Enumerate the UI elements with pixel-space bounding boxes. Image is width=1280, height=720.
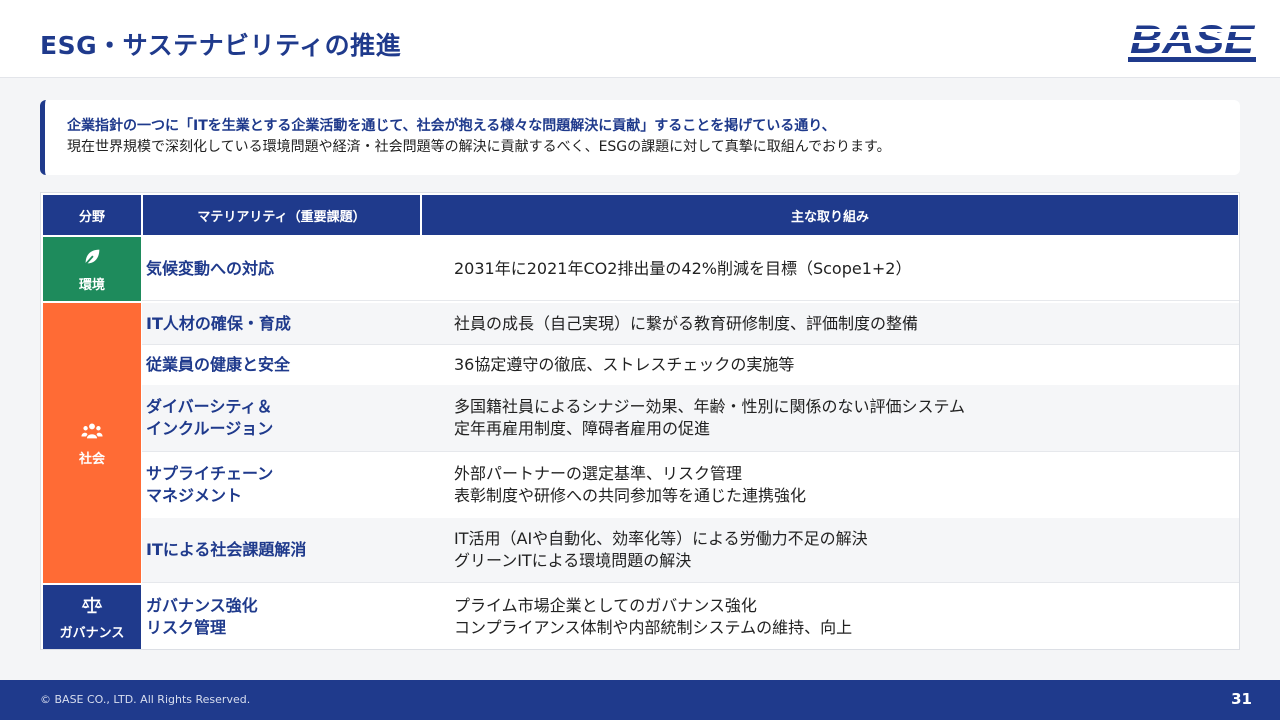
actions-cell: 多国籍社員によるシナジー効果、年齢・性別に関係のない評価システム 定年再雇用制度、… <box>454 397 966 438</box>
category-social: 社会 <box>43 303 141 583</box>
table-row: ダイバーシティ＆ インクルージョン 多国籍社員によるシナジー効果、年齢・性別に関係… <box>142 385 1239 452</box>
esg-table: 分野 マテリアリティ（重要課題） 主な取り組み 環境 社会 ガバナンス 気候変動… <box>40 192 1240 650</box>
actions-cell: 外部パートナーの選定基準、リスク管理 表彰制度や研修への共同参加等を通じた連携強化 <box>454 464 807 505</box>
base-logo: BASE <box>1128 18 1256 62</box>
materiality-cell: IT人材の確保・育成 <box>146 313 291 333</box>
category-governance: ガバナンス <box>43 585 141 649</box>
category-label: 環境 <box>78 277 105 293</box>
copyright-text: © BASE CO., LTD. All Rights Reserved. <box>40 693 251 706</box>
materiality-cell: 気候変動への対応 <box>146 258 275 278</box>
page-number: 31 <box>1231 690 1252 708</box>
footer-bar: © BASE CO., LTD. All Rights Reserved. 31 <box>0 680 1280 720</box>
people-icon <box>81 422 103 438</box>
actions-cell: 36協定遵守の徹底、ストレスチェックの実施等 <box>454 355 795 374</box>
header-field: 分野 <box>43 195 141 235</box>
materiality-cell: ガバナンス強化 リスク管理 <box>146 596 258 637</box>
header-bar: ESG・サステナビリティの推進 BASE <box>0 0 1280 78</box>
materiality-cell: ダイバーシティ＆ インクルージョン <box>146 397 274 438</box>
materiality-cell: 従業員の健康と安全 <box>146 355 291 374</box>
table-row: ITによる社会課題解消 IT活用（AIや自動化、効率化等）による労働力不足の解決… <box>142 518 1239 583</box>
actions-cell: IT活用（AIや自動化、効率化等）による労働力不足の解決 グリーンITによる環境問… <box>454 529 868 570</box>
actions-cell: 2031年に2021年CO2排出量の42%削減を目標（Scope1+2） <box>454 258 912 278</box>
page-title: ESG・サステナビリティの推進 <box>40 31 402 60</box>
header-materiality: マテリアリティ（重要課題） <box>143 195 420 235</box>
table-row: 気候変動への対応 2031年に2021年CO2排出量の42%削減を目標（Scop… <box>142 237 1239 301</box>
category-label: 社会 <box>78 451 105 467</box>
actions-cell: 社員の成長（自己実現）に繋がる教育研修制度、評価制度の整備 <box>454 313 919 333</box>
table-row: ガバナンス強化 リスク管理 プライム市場企業としてのガバナンス強化 コンプライアンス… <box>142 585 1239 649</box>
leaf-icon <box>83 249 100 266</box>
intro-box: 企業指針の一つに「ITを生業とする企業活動を通じて、社会が抱える様々な問題解決に… <box>40 100 1240 175</box>
table-row: サプライチェーン マネジメント 外部パートナーの選定基準、リスク管理 表彰制度や研修… <box>142 452 1239 518</box>
materiality-cell: ITによる社会課題解消 <box>146 540 307 559</box>
actions-cell: プライム市場企業としてのガバナンス強化 コンプライアンス体制や内部統制システムの維… <box>454 596 853 637</box>
intro-lead: 企業指針の一つに「ITを生業とする企業活動を通じて、社会が抱える様々な問題解決に… <box>67 118 836 134</box>
scale-icon <box>81 596 103 613</box>
table-row: 従業員の健康と安全 36協定遵守の徹底、ストレスチェックの実施等 <box>142 345 1239 385</box>
table-row: IT人材の確保・育成 社員の成長（自己実現）に繋がる教育研修制度、評価制度の整備 <box>142 303 1239 345</box>
category-environment: 環境 <box>43 237 141 301</box>
category-label: ガバナンス <box>59 625 125 641</box>
intro-body: 現在世界規模で深刻化している環境問題や経済・社会問題等の解決に貢献するべく、ES… <box>67 139 891 155</box>
header-actions: 主な取り組み <box>422 195 1238 235</box>
materiality-cell: サプライチェーン マネジメント <box>146 464 274 505</box>
